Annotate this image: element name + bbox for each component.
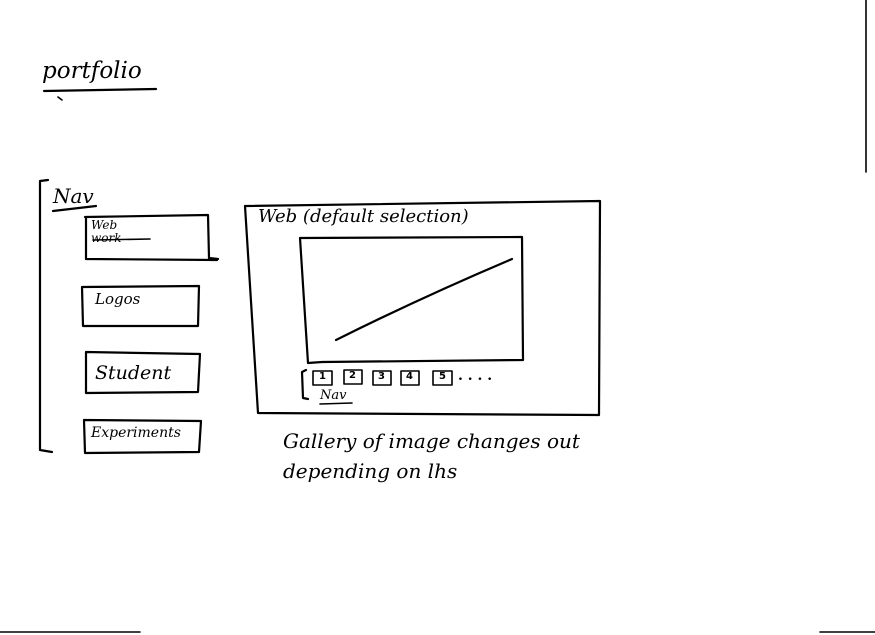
page-title: portfolio bbox=[42, 58, 142, 84]
nav-item-experiments[interactable]: Experiments bbox=[91, 425, 181, 441]
sketch-canvas bbox=[0, 0, 875, 633]
thumbnail-ellipsis: . . . . bbox=[458, 368, 493, 384]
thumbnail-label-4: 4 bbox=[406, 371, 413, 382]
thumbnail-label-1: 1 bbox=[319, 371, 326, 382]
subnav-label-underline bbox=[319, 402, 353, 405]
nav-item-logos[interactable]: Logos bbox=[95, 290, 140, 308]
thumbnail-label-5: 5 bbox=[439, 371, 446, 382]
title-tick bbox=[57, 96, 63, 101]
thumbnail-label-2: 2 bbox=[349, 370, 356, 381]
gallery-note: Gallery of image changes out depending o… bbox=[283, 429, 580, 483]
thumbnail-label-3: 3 bbox=[378, 371, 385, 382]
main-image-frame bbox=[298, 235, 525, 365]
gallery-title: Web (default selection) bbox=[258, 206, 469, 227]
subnav-label: Nav bbox=[320, 388, 347, 403]
nav-bracket bbox=[38, 178, 54, 454]
nav-item-student[interactable]: Student bbox=[95, 362, 171, 384]
subnav-bracket bbox=[300, 368, 310, 401]
nav-label: Nav bbox=[53, 184, 94, 208]
title-underline bbox=[42, 87, 158, 93]
main-image-diagonal bbox=[334, 257, 514, 342]
gallery-frame bbox=[243, 199, 602, 417]
nav-item-web-work[interactable]: Web work bbox=[91, 219, 151, 245]
